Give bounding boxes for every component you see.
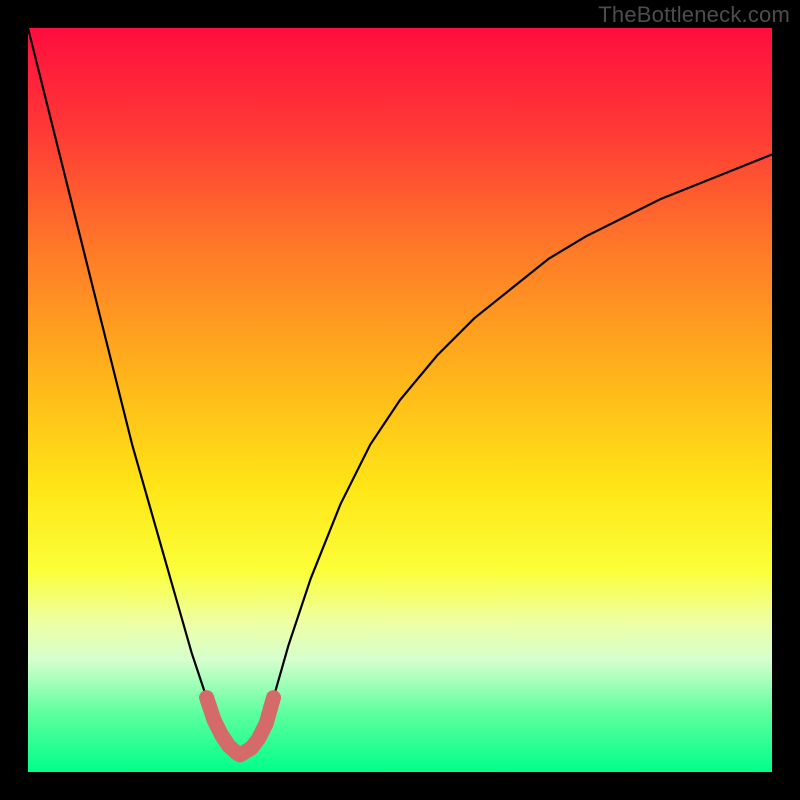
chart-frame: TheBottleneck.com xyxy=(0,0,800,800)
plot-area xyxy=(28,28,772,772)
plot-svg xyxy=(28,28,772,772)
watermark-text: TheBottleneck.com xyxy=(598,2,790,28)
